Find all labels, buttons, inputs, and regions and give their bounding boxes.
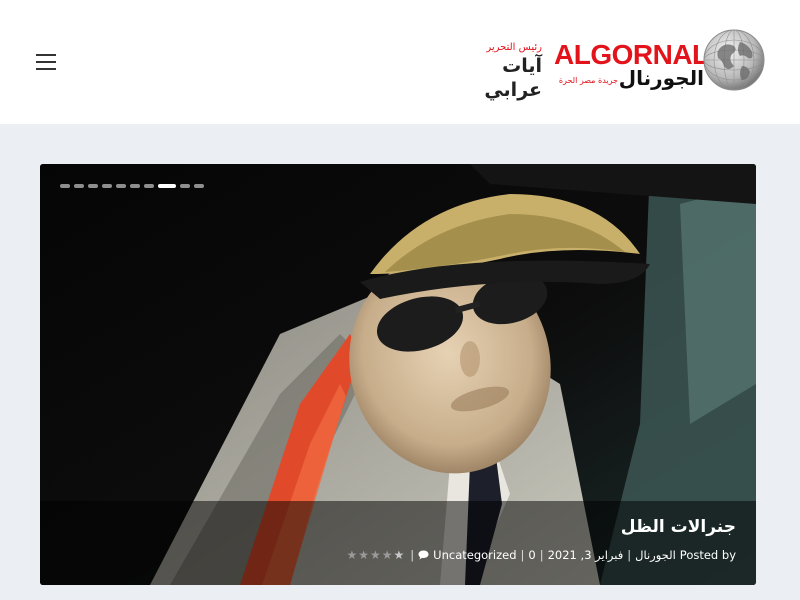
hamburger-menu-icon[interactable] bbox=[36, 54, 56, 70]
editor-title: رئيس التحرير bbox=[486, 42, 542, 53]
featured-slider[interactable]: جنرالات الظل ★ ★ ★ ★ ★ | Uncategorized |… bbox=[40, 164, 756, 585]
site-logo[interactable]: ALGORNAL الجورنال جريدة مصر الحرة bbox=[552, 26, 770, 98]
meta-separator: | bbox=[539, 548, 544, 562]
slider-dot[interactable] bbox=[116, 184, 126, 188]
post-meta: ★ ★ ★ ★ ★ | Uncategorized | 0 | فبراير 3… bbox=[346, 547, 736, 563]
half-star-icon: ★ bbox=[393, 548, 405, 562]
slider-dot[interactable] bbox=[60, 184, 70, 188]
slide-title-link[interactable]: جنرالات الظل bbox=[621, 517, 736, 537]
star-icon: ★ bbox=[370, 548, 381, 562]
slider-dot[interactable] bbox=[74, 184, 84, 188]
slider-pagination bbox=[60, 184, 204, 190]
rating-stars: ★ ★ ★ ★ ★ bbox=[346, 549, 404, 561]
slider-dot[interactable] bbox=[180, 184, 190, 188]
slider-dot[interactable] bbox=[102, 184, 112, 188]
slide-caption: جنرالات الظل ★ ★ ★ ★ ★ | Uncategorized |… bbox=[40, 501, 756, 585]
editor-name: آيات عرابي bbox=[484, 55, 542, 101]
slider-dot-active[interactable] bbox=[158, 184, 176, 188]
logo-arabic-text: الجورنال bbox=[618, 66, 704, 90]
star-icon: ★ bbox=[346, 548, 358, 562]
author-link[interactable]: الجورنال bbox=[635, 548, 676, 562]
editor-in-chief-block: رئيس التحرير آيات عرابي bbox=[456, 42, 542, 101]
posted-by-label: Posted by bbox=[679, 548, 736, 562]
star-icon: ★ bbox=[358, 548, 369, 562]
star-icon: ★ bbox=[381, 548, 393, 562]
meta-separator: | bbox=[410, 548, 415, 562]
slider-dot[interactable] bbox=[194, 184, 204, 188]
logo-tagline: جريدة مصر الحرة bbox=[558, 76, 618, 85]
comments-count-link[interactable]: 0 bbox=[528, 548, 535, 562]
meta-separator: | bbox=[627, 548, 632, 562]
category-link[interactable]: Uncategorized bbox=[433, 548, 516, 562]
slider-dot[interactable] bbox=[144, 184, 154, 188]
globe-icon bbox=[703, 29, 765, 91]
site-header: رئيس التحرير آيات عرابي ALGORNAL الجورنا… bbox=[0, 0, 800, 124]
slider-dot[interactable] bbox=[130, 184, 140, 188]
comment-bubble-icon[interactable] bbox=[418, 550, 429, 560]
slider-dot[interactable] bbox=[88, 184, 98, 188]
meta-separator: | bbox=[520, 548, 525, 562]
post-date: فبراير 3, 2021 bbox=[547, 548, 624, 562]
